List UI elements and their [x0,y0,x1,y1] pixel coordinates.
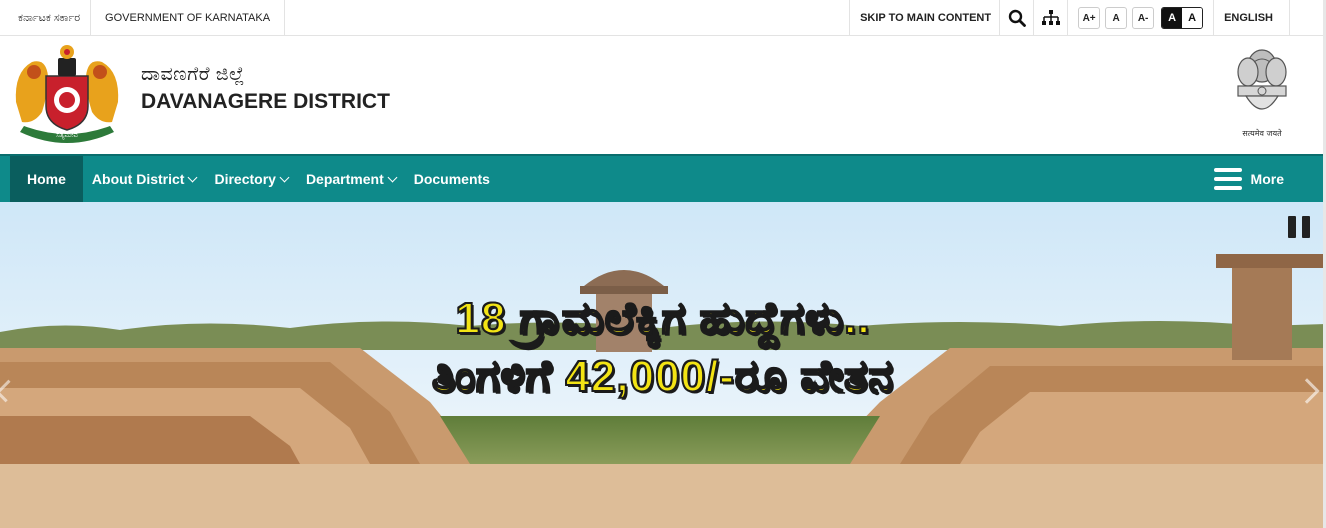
site-title-kannada: ದಾವಣಗೆರೆ ಜಿಲ್ಲೆ [141,64,245,85]
skip-to-main-content-link[interactable]: SKIP TO MAIN CONTENT [849,0,999,36]
banner-caption-line-1: 18 ಗ್ರಾಮಲೆಕ್ಕಿಗ ಹುದ್ದೆಗಳು.. [454,293,871,344]
nav-item-about-district[interactable]: About District [83,156,206,202]
chevron-down-icon [387,172,398,182]
pause-icon [1288,216,1296,238]
font-decrease-button[interactable]: A- [1132,7,1155,29]
national-emblem-logo[interactable]: सत्यमेव जयते [1232,42,1292,140]
govt-english-label: GOVERNMENT OF KARNATAKA [91,0,286,36]
govt-kannada-label: ಕರ್ನಾಟಕ ಸರ್ಕಾರ [0,0,92,36]
top-bar: ಕರ್ನಾಟಕ ಸರ್ಕಾರ GOVERNMENT OF KARNATAKA S… [0,0,1326,36]
banner-caption-line-2: ತಿಂಗಳಿಗೆ 42,000/-ರೂ ವೇತನ [431,351,894,402]
nav-item-home[interactable]: Home [10,156,83,202]
more-menu-button[interactable]: More [1213,156,1284,202]
banner-caption: 18 ಗ್ರಾಮಲೆಕ್ಕಿಗ ಹುದ್ದೆಗಳು.. ತಿಂಗಳಿಗೆ 42,… [0,290,1326,406]
site-header: ಸತ್ಯಮೇವ ದಾವಣಗೆರೆ ಜಿಲ್ಲೆ DAVANAGERE DISTR… [0,36,1326,154]
language-switch-link[interactable]: ENGLISH [1213,0,1290,36]
nav-item-label: Directory [214,171,276,187]
search-icon [1008,9,1026,27]
font-size-controls: A+ A A- A A [1067,0,1213,36]
nav-item-label: Home [27,171,66,187]
high-contrast-button[interactable]: A [1162,8,1183,28]
more-menu-label: More [1250,171,1284,187]
nav-item-label: About District [91,171,185,187]
slider-pause-button[interactable] [1288,216,1310,238]
font-normal-button[interactable]: A [1105,7,1128,29]
emblem-motto: सत्यमेव जयते [1242,128,1282,138]
nav-item-department[interactable]: Department [297,156,405,202]
chevron-down-icon [279,172,290,182]
nav-item-label: Department [305,171,384,187]
chevron-down-icon [188,172,198,182]
sitemap-button[interactable] [1033,0,1067,36]
karnataka-emblem-logo[interactable]: ಸತ್ಯಮೇವ [12,42,122,146]
site-title: ದಾವಣಗೆರೆ ಜಿಲ್ಲೆ DAVANAGERE DISTRICT [141,64,390,114]
main-navigation: Home About District Directory Department… [0,154,1326,202]
nav-item-documents[interactable]: Documents [405,156,499,202]
hamburger-icon [1213,168,1242,190]
nav-item-directory[interactable]: Directory [205,156,296,202]
nav-item-label: Documents [413,171,490,187]
banner-slider: 18 ಗ್ರಾಮಲೆಕ್ಕಿಗ ಹುದ್ದೆಗಳು.. ತಿಂಗಳಿಗೆ 42,… [0,202,1326,464]
normal-contrast-button[interactable]: A [1182,8,1203,28]
sitemap-icon [1041,10,1060,25]
font-increase-button[interactable]: A+ [1078,7,1101,29]
contrast-toggle: A A [1161,7,1204,29]
content-area-background [0,464,1326,528]
search-button[interactable] [999,0,1033,36]
site-title-english: DAVANAGERE DISTRICT [141,90,390,113]
